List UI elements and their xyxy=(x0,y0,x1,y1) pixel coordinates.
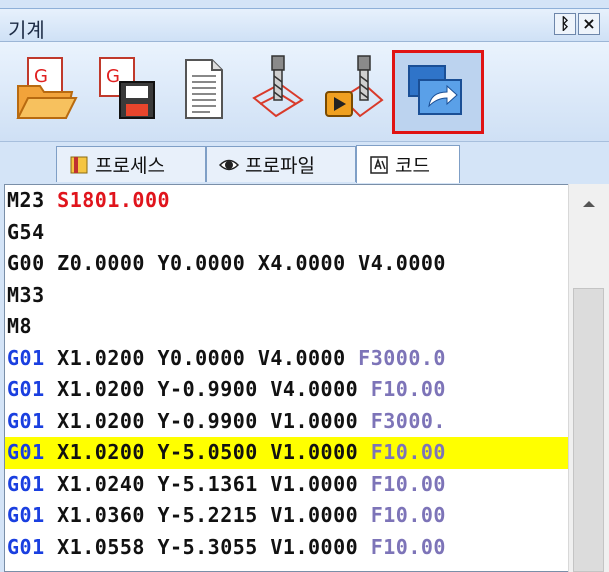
code-line[interactable]: M8 xyxy=(5,311,568,343)
save-g-icon: G xyxy=(99,57,155,119)
folder-g-icon: G xyxy=(16,57,78,119)
eye-icon xyxy=(219,159,239,170)
vertical-scrollbar[interactable] xyxy=(568,184,609,572)
code-text: X1.0200 Y-0.9900 V4.0000 xyxy=(44,377,371,401)
toolbar: G G xyxy=(0,42,609,142)
panel-titlebar: 기계 ᛒ × xyxy=(0,8,609,42)
send-to-machine-button[interactable] xyxy=(392,50,484,134)
tab-profile-label: 프로파일 xyxy=(245,155,315,177)
feed-rate: F10.00 xyxy=(370,534,446,559)
code-text: X1.0200 Y0.0000 V4.0000 xyxy=(44,345,359,370)
code-text: M33 xyxy=(7,282,45,307)
code-text: X1.0240 Y-5.1361 V1.0000 xyxy=(44,471,371,496)
svg-text:G: G xyxy=(34,66,48,87)
document-button[interactable] xyxy=(168,50,240,128)
toolpath-icon xyxy=(252,55,304,118)
scroll-up-button[interactable] xyxy=(569,184,609,224)
gcode-command: G01 xyxy=(7,408,45,433)
code-line[interactable]: G01 X1.0200 Y-0.9900 V1.0000 F3000. xyxy=(5,406,568,438)
feed-rate: F10.00 xyxy=(370,377,446,401)
gcode-command: G01 xyxy=(7,503,45,527)
code-text: G00 Z0.0000 Y0.0000 X4.0000 V4.0000 xyxy=(7,251,446,275)
close-button[interactable]: × xyxy=(578,13,600,35)
document-icon xyxy=(185,59,223,119)
gcode-editor[interactable]: M23 S1801.000 G54 G00 Z0.0000 Y0.0000 X4.0… xyxy=(4,184,568,572)
code-line[interactable]: G01 X1.0558 Y-5.3055 V1.0000 F10.00 xyxy=(5,532,568,564)
scroll-thumb[interactable] xyxy=(573,288,604,572)
code-line[interactable]: G54 xyxy=(5,217,568,249)
gcode-command: G01 xyxy=(7,377,45,401)
tab-profile[interactable]: 프로파일 xyxy=(206,146,356,182)
gcode-command: G01 xyxy=(7,440,45,464)
spindle-speed: S1801.000 xyxy=(57,188,171,212)
code-text: X1.0200 Y-0.9900 V1.0000 xyxy=(44,408,371,433)
tab-code[interactable]: 코드 xyxy=(356,145,460,183)
feed-rate: F10.00 xyxy=(370,440,446,464)
tab-process[interactable]: 프로세스 xyxy=(56,146,206,182)
code-text: X1.0558 Y-5.3055 V1.0000 xyxy=(44,534,371,559)
feed-rate: F10.00 xyxy=(370,503,446,527)
feed-rate: F3000. xyxy=(370,408,446,433)
open-g-code-button[interactable]: G xyxy=(10,50,82,128)
code-line[interactable]: G01 X1.0200 Y-0.9900 V4.0000 F10.00 xyxy=(5,374,568,406)
feed-rate: F3000.0 xyxy=(358,345,446,370)
code-text: X1.0200 Y-5.0500 V1.0000 xyxy=(44,440,371,464)
toolpath-button[interactable] xyxy=(242,50,314,128)
code-text: M8 xyxy=(7,314,33,338)
code-line[interactable]: M33 xyxy=(5,280,568,312)
code-text: M23 xyxy=(7,188,58,212)
process-icon xyxy=(70,156,88,173)
code-line[interactable]: G01 X1.0240 Y-5.1361 V1.0000 F10.00 xyxy=(5,469,568,501)
code-line[interactable]: G01 X1.0200 Y0.0000 V4.0000 F3000.0 xyxy=(5,343,568,375)
code-line[interactable]: M23 S1801.000 xyxy=(5,185,568,217)
tab-process-label: 프로세스 xyxy=(95,155,165,177)
code-text: X1.0360 Y-5.2215 V1.0000 xyxy=(44,503,371,527)
pin-button[interactable]: ᛒ xyxy=(554,13,576,35)
gcode-command: G01 xyxy=(7,345,45,370)
tab-strip: 프로세스 프로파일 코드 xyxy=(0,142,609,184)
play-toolpath-icon xyxy=(325,55,384,118)
panel-title: 기계 xyxy=(8,18,45,42)
machine-panel: 기계 ᛒ × G G 프로세스 프로파일 코드 M23 S1801.000 G5… xyxy=(0,0,609,572)
run-simulation-button[interactable] xyxy=(318,50,390,128)
code-line-current[interactable]: G01 X1.0200 Y-5.0500 V1.0000 F10.00 xyxy=(5,437,568,469)
chevron-up-icon xyxy=(583,201,595,207)
code-line[interactable]: G01 X1.0360 Y-5.2215 V1.0000 F10.00 xyxy=(5,500,568,532)
code-icon xyxy=(370,155,388,174)
monitor-arrow-icon xyxy=(408,65,462,115)
svg-text:G: G xyxy=(106,66,120,87)
tab-code-label: 코드 xyxy=(395,155,430,177)
save-g-code-button[interactable]: G xyxy=(92,50,164,128)
gcode-command: G01 xyxy=(7,534,45,559)
code-text: G54 xyxy=(7,219,45,244)
feed-rate: F10.00 xyxy=(370,471,446,496)
gcode-command: G01 xyxy=(7,471,45,496)
code-line[interactable]: G00 Z0.0000 Y0.0000 X4.0000 V4.0000 xyxy=(5,248,568,280)
